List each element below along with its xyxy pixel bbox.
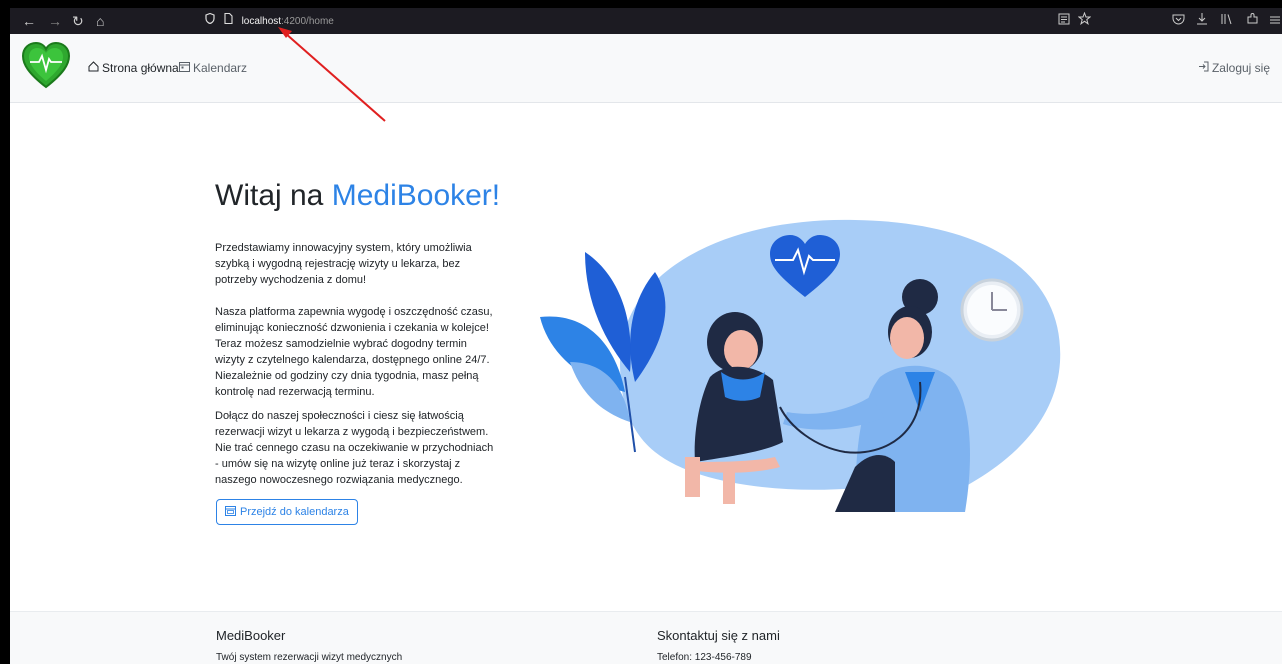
menu-icon[interactable] <box>1270 12 1280 30</box>
reader-icon[interactable] <box>1058 12 1070 30</box>
footer-contact-phone: Telefon: 123-456-789 <box>657 652 752 663</box>
hero-title: Witaj na MediBooker! <box>215 179 500 213</box>
hero-title-prefix: Witaj na <box>215 179 332 212</box>
download-icon[interactable] <box>1196 12 1208 30</box>
go-to-calendar-label: Przejdź do kalendarza <box>240 506 349 518</box>
reload-icon[interactable]: ↻ <box>72 12 84 30</box>
star-icon[interactable] <box>1077 11 1092 30</box>
shield-icon <box>205 12 215 30</box>
hero-paragraph-1: Przedstawiamy innowacyjny system, który … <box>215 242 472 286</box>
medibooker-logo[interactable] <box>20 40 72 92</box>
home-icon[interactable]: ⌂ <box>96 12 104 30</box>
login-label: Zaloguj się <box>1211 61 1270 75</box>
hero-paragraph-3: Dołącz do naszej społeczności i ciesz si… <box>215 410 494 486</box>
page-icon <box>224 12 233 30</box>
calendar-icon <box>179 61 190 75</box>
pocket-icon[interactable] <box>1172 12 1185 30</box>
go-to-calendar-button[interactable]: Przejdź do kalendarza <box>216 499 358 525</box>
browser-toolbar: ← → ↻ ⌂ localhost:4200/home <box>10 8 1282 34</box>
hero-title-brand: MediBooker! <box>331 179 501 212</box>
page-viewport: Strona główna Kalendarz Zaloguj się Wita… <box>10 34 1282 664</box>
footer: MediBooker Twój system rezerwacji wizyt … <box>10 611 1282 664</box>
doctor-patient-illustration <box>525 212 1065 512</box>
navbar: Strona główna Kalendarz Zaloguj się <box>10 34 1282 103</box>
footer-brand-text: Twój system rezerwacji wizyt medycznych <box>216 652 403 663</box>
nav-home-link[interactable]: Strona główna <box>88 61 179 75</box>
login-link[interactable]: Zaloguj się <box>1198 61 1270 75</box>
library-icon[interactable] <box>1220 12 1233 30</box>
extensions-icon[interactable] <box>1246 12 1259 30</box>
footer-contact-title: Skontaktuj się z nami <box>657 628 780 643</box>
address-bar[interactable]: localhost:4200/home <box>205 12 345 30</box>
url-path: :4200/home <box>281 16 334 27</box>
login-icon <box>1198 61 1209 75</box>
nav-home-label: Strona główna <box>102 61 179 75</box>
calendar-icon <box>225 505 236 519</box>
home-icon <box>88 61 99 75</box>
footer-brand-title: MediBooker <box>216 628 286 643</box>
forward-icon[interactable]: → <box>48 12 62 30</box>
hero-paragraph-2: Nasza platforma zapewnia wygodę i oszczę… <box>215 306 493 398</box>
nav-calendar-label: Kalendarz <box>193 61 248 75</box>
url-host: localhost <box>241 16 282 27</box>
nav-calendar-link[interactable]: Kalendarz <box>179 61 247 75</box>
clock-icon <box>960 278 1024 342</box>
back-icon[interactable]: ← <box>22 12 36 30</box>
